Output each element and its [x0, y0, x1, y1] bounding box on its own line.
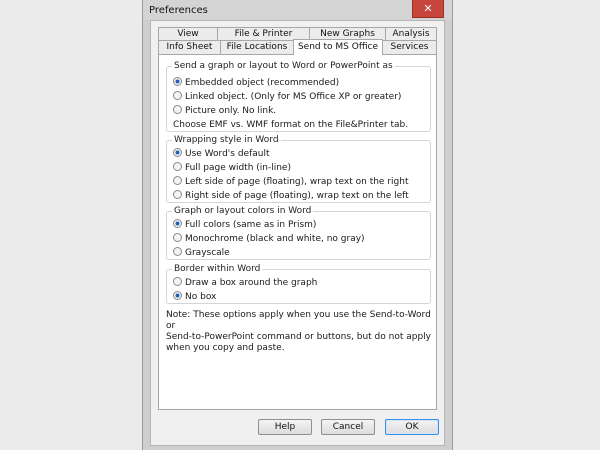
radio-selected-icon [173, 291, 182, 300]
help-button[interactable]: Help [258, 419, 312, 435]
group-wrapping-style: Wrapping style in Word Use Word's defaul… [166, 135, 431, 203]
preferences-window: Preferences ✕ View File & Printer New Gr… [142, 0, 453, 450]
radio-icon [173, 247, 182, 256]
radio-right-side-floating[interactable]: Right side of page (floating), wrap text… [173, 190, 409, 202]
tab-info-sheet[interactable]: Info Sheet [158, 40, 221, 54]
cancel-button[interactable]: Cancel [321, 419, 375, 435]
radio-picture-only[interactable]: Picture only. No link. [173, 105, 276, 117]
radio-icon [173, 91, 182, 100]
radio-full-page-width[interactable]: Full page width (in-line) [173, 162, 291, 174]
radio-icon [173, 190, 182, 199]
group-send-as-title: Send a graph or layout to Word or PowerP… [172, 61, 395, 71]
tab-send-to-ms-office[interactable]: Send to MS Office [293, 39, 383, 55]
radio-use-word-default[interactable]: Use Word's default [173, 148, 270, 160]
radio-monochrome[interactable]: Monochrome (black and white, no gray) [173, 233, 365, 245]
radio-icon [173, 105, 182, 114]
tab-panel-send-to-ms-office: Send a graph or layout to Word or PowerP… [158, 54, 437, 410]
group-graph-colors-title: Graph or layout colors in Word [172, 206, 314, 216]
radio-icon [173, 233, 182, 242]
group-border-within-word: Border within Word Draw a box around the… [166, 264, 431, 304]
group-wrapping-style-title: Wrapping style in Word [172, 135, 281, 145]
radio-selected-icon [173, 77, 182, 86]
tab-file-locations[interactable]: File Locations [220, 40, 294, 54]
radio-icon [173, 162, 182, 171]
radio-selected-icon [173, 219, 182, 228]
ok-button[interactable]: OK [385, 419, 439, 435]
radio-left-side-floating[interactable]: Left side of page (floating), wrap text … [173, 176, 408, 188]
tab-analysis[interactable]: Analysis [385, 27, 437, 41]
dialog-client-area: View File & Printer New Graphs Analysis … [150, 20, 445, 446]
window-title: Preferences [149, 5, 208, 16]
radio-draw-box[interactable]: Draw a box around the graph [173, 277, 317, 289]
close-icon: ✕ [423, 2, 433, 15]
group-border-within-word-title: Border within Word [172, 264, 263, 274]
radio-icon [173, 176, 182, 185]
tab-view[interactable]: View [158, 27, 218, 41]
format-hint: Choose EMF vs. WMF format on the File&Pr… [173, 120, 409, 130]
group-graph-colors: Graph or layout colors in Word Full colo… [166, 206, 431, 260]
title-bar[interactable]: Preferences ✕ [143, 0, 452, 20]
group-send-as: Send a graph or layout to Word or PowerP… [166, 61, 431, 132]
options-note: Note: These options apply when you use t… [166, 310, 431, 353]
radio-selected-icon [173, 148, 182, 157]
radio-linked-object[interactable]: Linked object. (Only for MS Office XP or… [173, 91, 401, 103]
radio-full-colors[interactable]: Full colors (same as in Prism) [173, 219, 316, 231]
radio-icon [173, 277, 182, 286]
radio-embedded-object[interactable]: Embedded object (recommended) [173, 77, 339, 89]
tab-services[interactable]: Services [382, 40, 437, 54]
close-button[interactable]: ✕ [412, 0, 444, 18]
radio-grayscale[interactable]: Grayscale [173, 247, 230, 259]
radio-no-box[interactable]: No box [173, 291, 216, 303]
